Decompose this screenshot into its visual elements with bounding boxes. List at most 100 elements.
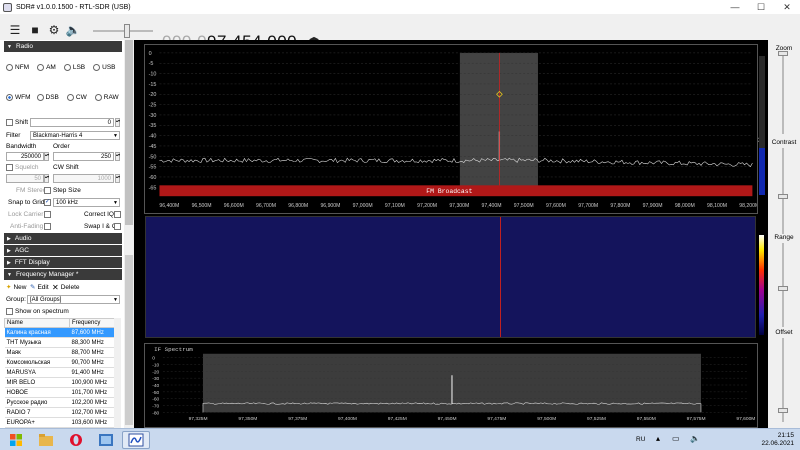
waterfall-color-scale xyxy=(759,235,764,335)
bandwidth-input[interactable]: 250000 xyxy=(6,152,44,161)
correct-iq-checkbox[interactable] xyxy=(114,211,121,218)
speaker-icon[interactable]: 🔈 xyxy=(66,23,81,37)
main-spectrum-display[interactable]: 0 -5 -10 -15 -20 -25 -30 -35 -40 -45 -50 -55 -60 -65 F… xyxy=(144,44,758,214)
order-spinner[interactable]: ▴▾ xyxy=(115,152,120,161)
filter-select[interactable]: Blackman-Harris 4 ▼ xyxy=(30,131,120,140)
contrast-slider-track[interactable] xyxy=(782,148,784,234)
filter-passband-region[interactable] xyxy=(459,52,538,187)
mode-cw-label: CW xyxy=(75,94,87,101)
squelch-spinner[interactable]: ▴▾ xyxy=(44,174,49,183)
range-slider-thumb[interactable] xyxy=(778,286,788,291)
shift-spinner[interactable]: ▴▾ xyxy=(115,118,120,127)
file-explorer-taskbar-button[interactable] xyxy=(32,431,60,449)
close-button[interactable]: ✕ xyxy=(774,0,800,14)
cw-shift-spinner[interactable]: ▴▾ xyxy=(115,174,120,183)
table-row[interactable]: MARUSYA 91,400 MHz xyxy=(4,367,121,378)
opera-taskbar-button[interactable] xyxy=(62,431,90,449)
snap-to-grid-checkbox[interactable] xyxy=(44,198,51,206)
left-panel-scrollbar[interactable] xyxy=(124,40,134,428)
table-row[interactable]: Русское радио 102,200 MHz xyxy=(4,397,121,408)
table-row[interactable]: Калина красная 87,600 MHz xyxy=(4,327,121,338)
edit-button[interactable]: ✎ Edit xyxy=(30,283,49,292)
cw-shift-label: CW Shift xyxy=(53,164,79,171)
swap-iq-checkbox[interactable] xyxy=(114,223,121,230)
mode-wfm[interactable]: WFM xyxy=(6,94,31,101)
bandwidth-label: Bandwidth xyxy=(6,143,37,150)
anti-fading-checkbox[interactable] xyxy=(44,223,51,230)
mode-am[interactable]: AM xyxy=(37,64,56,71)
row-frequency-cell: 101,700 MHz xyxy=(69,387,121,398)
show-on-spectrum-checkbox[interactable] xyxy=(6,308,13,315)
minimize-button[interactable]: — xyxy=(722,0,748,14)
photos-taskbar-button[interactable] xyxy=(92,431,120,449)
volume-slider-thumb[interactable] xyxy=(124,24,130,38)
group-select[interactable]: [All Groups] ▼ xyxy=(27,295,120,304)
shift-checkbox[interactable] xyxy=(6,119,13,126)
volume-tray-icon[interactable]: 🔈 xyxy=(690,434,700,443)
waterfall-center-line xyxy=(500,217,501,337)
shift-input[interactable]: 0 xyxy=(30,118,114,127)
zoom-slider-track[interactable] xyxy=(782,54,784,134)
mode-nfm[interactable]: NFM xyxy=(6,64,29,71)
sdrsharp-taskbar-button[interactable] xyxy=(122,431,150,449)
start-button[interactable] xyxy=(2,431,30,449)
x-tick-label: 97,000M xyxy=(353,203,373,209)
maximize-button[interactable]: ☐ xyxy=(748,0,774,14)
squelch-checkbox[interactable] xyxy=(6,164,13,171)
if-spectrum-display[interactable]: IF Spectrum 0-10-20-30-40-50-60-70-80 97,3… xyxy=(144,343,758,428)
row-frequency-cell: 90,700 MHz xyxy=(69,357,121,368)
table-row[interactable]: Маяк 88,700 MHz xyxy=(4,347,121,358)
step-size-select[interactable]: 100 kHz ▼ xyxy=(53,198,120,207)
volume-slider-track[interactable] xyxy=(93,30,153,32)
table-row[interactable]: EUROPA+ 103,600 MHz xyxy=(4,417,121,428)
row-name-cell: Русское радио xyxy=(4,397,70,408)
section-radio[interactable]: ▼ Radio xyxy=(4,41,122,52)
table-row[interactable]: ТНТ Музыка 88,300 MHz xyxy=(4,337,121,348)
mode-raw[interactable]: RAW xyxy=(94,94,119,101)
cw-shift-input[interactable]: 1000 xyxy=(53,174,114,183)
column-header-name[interactable]: Name xyxy=(4,318,70,328)
zoom-slider-thumb[interactable] xyxy=(778,51,788,56)
mode-usb[interactable]: USB xyxy=(93,64,116,71)
mode-lsb[interactable]: LSB xyxy=(63,64,85,71)
bandwidth-spinner[interactable]: ▴▾ xyxy=(44,152,49,161)
scrollbar-thumb[interactable] xyxy=(125,40,133,225)
squelch-input[interactable]: 50 xyxy=(6,174,44,183)
filter-label: Filter xyxy=(6,132,21,139)
stop-icon[interactable]: ■ xyxy=(28,23,42,37)
lock-carrier-checkbox[interactable] xyxy=(44,211,51,218)
filter-select-value: Blackman-Harris 4 xyxy=(33,133,83,139)
contrast-slider-thumb[interactable] xyxy=(778,194,788,199)
table-row[interactable]: RADIO 7 102,700 MHz xyxy=(4,407,121,418)
delete-x-icon: ✕ xyxy=(52,283,59,292)
delete-button[interactable]: ✕ Delete xyxy=(52,283,80,292)
order-input[interactable]: 250 xyxy=(53,152,114,161)
fm-stereo-checkbox[interactable] xyxy=(44,187,51,194)
frequency-table-body: Калина красная 87,600 MHz ТНТ Музыка 88,300… xyxy=(4,327,121,428)
waterfall-display[interactable] xyxy=(134,214,768,341)
column-header-frequency[interactable]: Frequency xyxy=(69,318,121,328)
section-fft-display[interactable]: ▶ FFT Display xyxy=(4,257,122,268)
range-slider-track[interactable] xyxy=(782,243,784,327)
gear-icon[interactable]: ⚙ xyxy=(47,23,61,37)
offset-slider-thumb[interactable] xyxy=(778,408,788,413)
table-row[interactable]: MIR BELO 100,900 MHz xyxy=(4,377,121,388)
language-indicator[interactable]: RU xyxy=(636,436,645,443)
clock[interactable]: 21:15 22.06.2021 xyxy=(761,432,794,448)
table-row[interactable]: НОВОЕ 101,700 MHz xyxy=(4,387,121,398)
network-icon[interactable]: ▭ xyxy=(672,434,680,443)
table-row[interactable]: Комсомольская 90,700 MHz xyxy=(4,357,121,368)
clock-date: 22.06.2021 xyxy=(761,440,794,447)
new-button[interactable]: ✦ New xyxy=(6,283,26,292)
section-frequency-manager[interactable]: ▼ Frequency Manager * xyxy=(4,269,122,280)
mode-dsb[interactable]: DSB xyxy=(36,94,59,101)
mode-cw[interactable]: CW xyxy=(66,94,87,101)
section-agc[interactable]: ▶ AGC xyxy=(4,245,122,256)
scrollbar-thumb-lower[interactable] xyxy=(125,255,133,425)
menu-icon[interactable]: ☰ xyxy=(8,23,22,37)
section-audio[interactable]: ▶ Audio xyxy=(4,233,122,244)
if-y-tick-label: -50 xyxy=(152,390,159,396)
tray-up-arrow-icon[interactable]: ▴ xyxy=(656,434,660,443)
photos-icon xyxy=(99,434,113,446)
table-scrollbar[interactable] xyxy=(114,318,121,428)
